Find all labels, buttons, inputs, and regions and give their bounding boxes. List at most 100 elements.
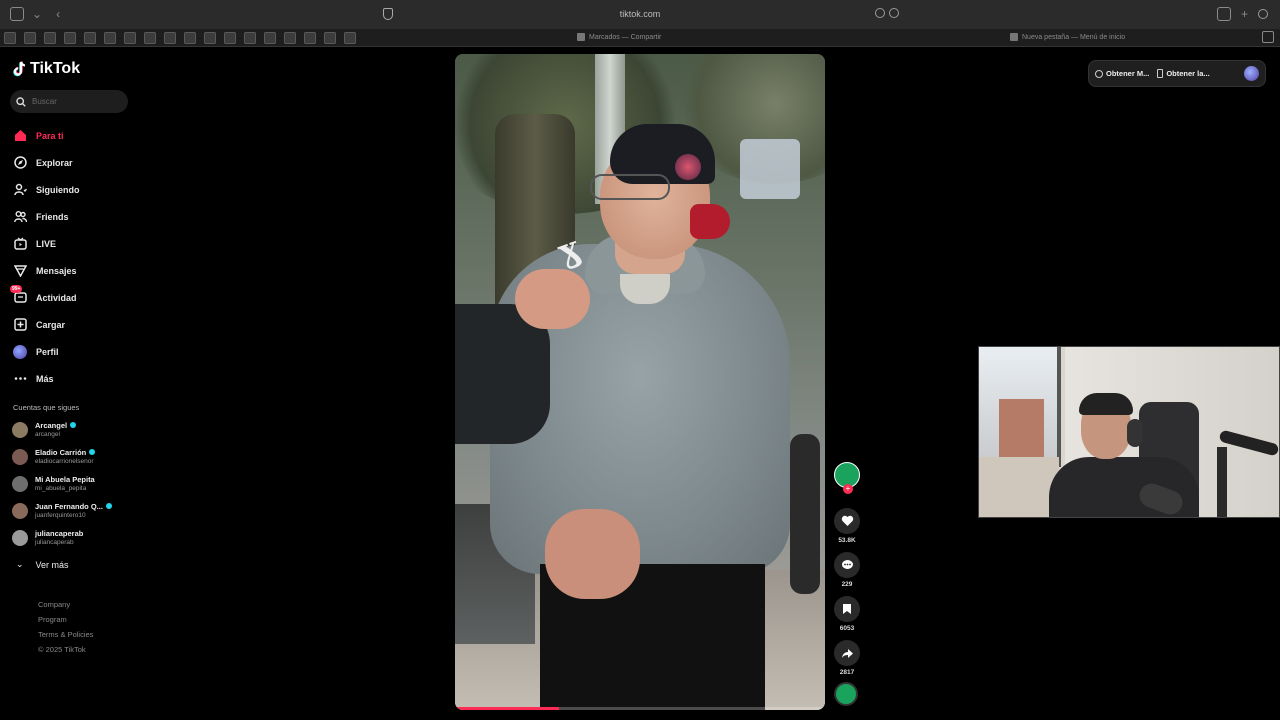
sidebar-item-label: LIVE (36, 238, 57, 249)
sidebar-item-label: Mensajes (36, 265, 77, 276)
account-text: Mi Abuela Pepita mi_abuela_pepita (35, 475, 95, 493)
tabs-overview-icon[interactable] (1258, 9, 1268, 19)
bookmark-icon[interactable] (84, 32, 96, 44)
account-username: eladiocarrionelsenor (35, 457, 94, 465)
bookmark-icon[interactable] (184, 32, 196, 44)
bookmark-icon[interactable] (164, 32, 176, 44)
reload-icon[interactable] (889, 8, 899, 18)
tab-right[interactable]: Nueva pestaña — Menú de inicio (1010, 33, 1125, 41)
webcam-building (999, 399, 1044, 459)
following-account[interactable]: Juan Fernando Q... juanferquintero10 (12, 497, 152, 524)
get-mobile-label: Obtener la... (1166, 69, 1210, 78)
sidebar-item-label: Siguiendo (36, 184, 80, 195)
account-username: mi_abuela_pepita (35, 484, 87, 492)
sidebar-item-label: Friends (36, 211, 69, 222)
bookmark-icon[interactable] (104, 32, 116, 44)
bookmark-icon[interactable] (24, 32, 36, 44)
share-icon[interactable] (1216, 7, 1231, 21)
account-name: Mi Abuela Pepita (35, 474, 95, 484)
get-app-button[interactable]: Obtener M... (1095, 69, 1149, 78)
sidebar-item-upload[interactable]: Cargar (12, 311, 142, 338)
tab-center[interactable]: Marcados — Compartir (577, 33, 661, 41)
account-text: Arcangel arcangel (35, 420, 77, 439)
account-name: Arcangel (35, 420, 68, 430)
following-account[interactable]: juliancaperab juliancaperab (12, 524, 152, 551)
footer-link[interactable]: Program (38, 612, 93, 627)
following-account[interactable]: Arcangel arcangel (12, 416, 152, 443)
bookmark-icon[interactable] (324, 32, 336, 44)
search-input[interactable] (32, 97, 122, 106)
like-button[interactable] (834, 508, 860, 534)
tiktok-logo[interactable]: TikTok (13, 60, 80, 78)
audio-icon[interactable] (875, 8, 885, 18)
account-name: juliancaperab (35, 528, 84, 538)
sidebar-panel-icon[interactable] (1262, 31, 1274, 43)
account-text: Eladio Carrión eladiocarrionelsenor (35, 448, 96, 466)
tab-right-label: Nueva pestaña — Menú de inicio (1022, 33, 1126, 41)
creator-avatar[interactable]: + (834, 462, 860, 494)
bookmark-icon[interactable] (264, 32, 276, 44)
sidebar-item-more[interactable]: Más (12, 365, 142, 392)
account-username: juanferquintero10 (35, 511, 86, 519)
avatar (12, 475, 28, 492)
download-icon (1095, 69, 1103, 78)
sidebar-item-live[interactable]: LIVE (12, 230, 142, 257)
sidebar-item-home[interactable]: Para ti (12, 122, 142, 149)
bookmark-icon[interactable] (44, 32, 56, 44)
address-actions (875, 8, 899, 18)
sidebar-item-activity[interactable]: 99+ Actividad (10, 284, 142, 311)
save-button[interactable] (834, 596, 860, 622)
browser-titlebar: ⌄ ‹ tiktok.com + (0, 0, 1280, 29)
logo-text: TikTok (30, 60, 81, 77)
sidebar-item-compass[interactable]: Explorar (12, 149, 142, 176)
account-username: arcangel (35, 430, 60, 438)
activity-icon: 99+ (10, 284, 28, 306)
search-box[interactable] (10, 90, 128, 113)
sidebar-item-messages[interactable]: Mensajes (12, 257, 142, 284)
share-arrow-icon (841, 648, 853, 658)
add-tab-icon[interactable]: + (1241, 7, 1248, 21)
video-progress-track[interactable] (455, 707, 825, 710)
get-mobile-button[interactable]: Obtener la... (1157, 69, 1210, 78)
video-person-cap-back (690, 204, 730, 239)
sidebar-item-profile[interactable]: Perfil (12, 338, 142, 365)
following-account[interactable]: Mi Abuela Pepita mi_abuela_pepita (12, 470, 152, 497)
bookmark-icon[interactable] (284, 32, 296, 44)
video-player[interactable]: ɣ (455, 54, 825, 710)
verified-badge-icon (105, 503, 112, 509)
music-disc-icon[interactable] (834, 682, 858, 706)
comment-button[interactable] (834, 552, 860, 578)
tab-favicon (577, 33, 585, 41)
bookmark-icons (4, 32, 356, 44)
sidebar-item-friends[interactable]: Friends (12, 203, 142, 230)
user-avatar[interactable] (1244, 66, 1259, 81)
bookmark-icon[interactable] (4, 32, 16, 44)
chevron-down-icon: ⌄ (16, 559, 24, 569)
account-name: Juan Fernando Q... (35, 501, 103, 511)
bookmark-icon[interactable] (224, 32, 236, 44)
bookmark-icon[interactable] (64, 32, 76, 44)
verified-badge-icon (89, 449, 96, 455)
bookmark-icon[interactable] (304, 32, 316, 44)
webcam-headset (1127, 419, 1143, 447)
bookmark-icon[interactable] (144, 32, 156, 44)
bookmark-icon[interactable] (204, 32, 216, 44)
bookmark-icon[interactable] (244, 32, 256, 44)
live-icon (12, 236, 28, 252)
account-name-row: Mi Abuela Pepita (35, 475, 95, 484)
webcam-overlay (978, 346, 1280, 518)
address-bar[interactable]: tiktok.com (0, 9, 1280, 19)
footer-link[interactable]: Terms & Policies (38, 627, 93, 642)
sidebar-item-following[interactable]: Siguiendo (12, 176, 142, 203)
bookmark-icon[interactable] (344, 32, 356, 44)
extension-toolbar: Obtener M... Obtener la... (1088, 60, 1266, 87)
tab-center-label: Marcados — Compartir (589, 33, 662, 41)
save-count: 6053 (839, 625, 855, 632)
see-more-button[interactable]: ⌄ Ver más (16, 559, 69, 570)
follow-plus-icon[interactable]: + (843, 484, 853, 494)
share-button[interactable] (834, 640, 860, 666)
footer-link[interactable]: Company (38, 597, 93, 612)
following-account[interactable]: Eladio Carrión eladiocarrionelsenor (12, 443, 152, 470)
bookmark-icon (843, 604, 851, 614)
bookmark-icon[interactable] (124, 32, 136, 44)
